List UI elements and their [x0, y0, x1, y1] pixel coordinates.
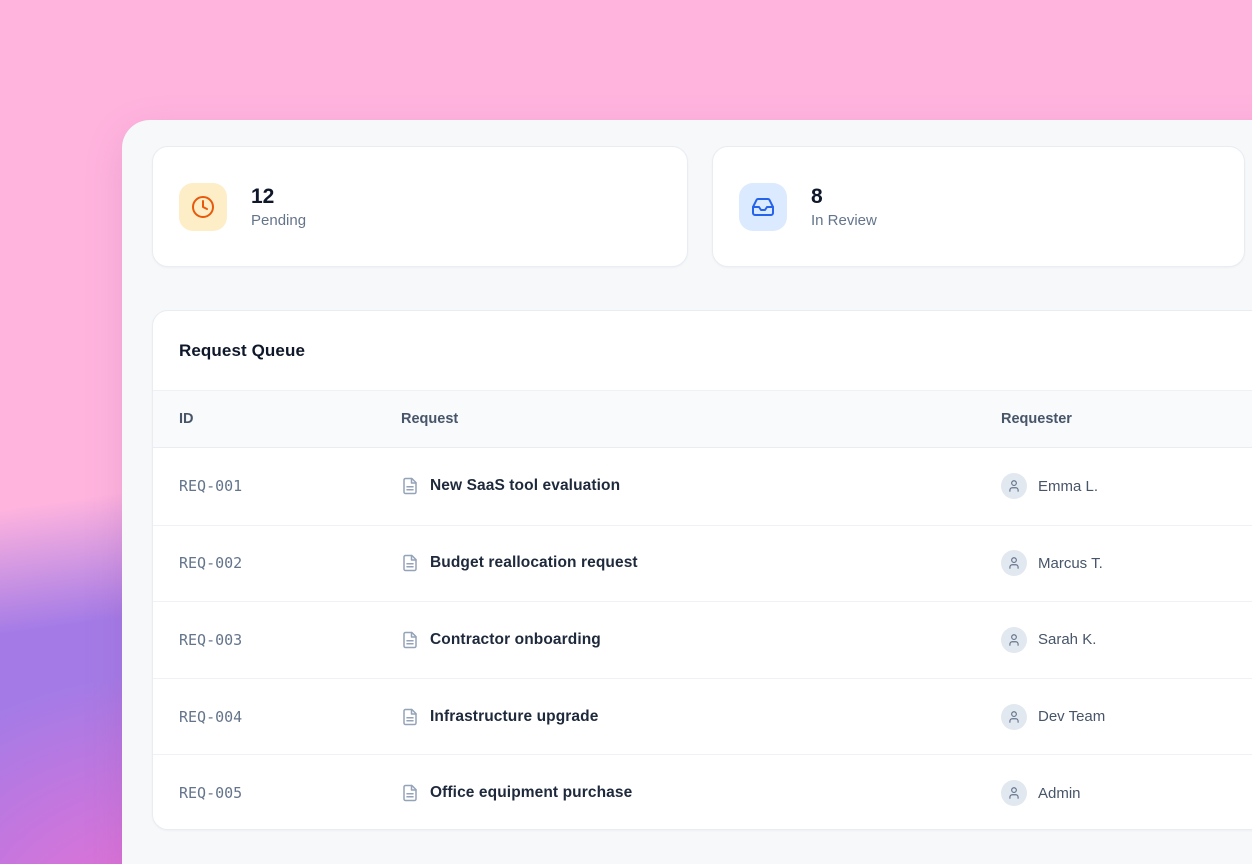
requester-name: Dev Team [1038, 708, 1105, 725]
stat-text: 8 In Review [811, 184, 877, 229]
user-avatar-icon [1001, 704, 1027, 730]
user-avatar-icon [1001, 473, 1027, 499]
requester-cell: Marcus T. [1001, 550, 1252, 576]
requester-cell: Emma L. [1001, 473, 1252, 499]
file-text-icon [401, 477, 419, 495]
request-title: Infrastructure upgrade [430, 708, 598, 726]
request-id: REQ-002 [179, 554, 401, 572]
requester-cell: Admin [1001, 780, 1252, 806]
request-id: REQ-005 [179, 784, 401, 802]
table-row[interactable]: REQ-001 New SaaS tool evaluation Emma L. [153, 448, 1252, 525]
request-id: REQ-001 [179, 477, 401, 495]
card-header: Request Queue [153, 311, 1252, 391]
requester-cell: Dev Team [1001, 704, 1252, 730]
request-cell: Contractor onboarding [401, 631, 1001, 649]
stat-text: 12 Pending [251, 184, 306, 229]
clock-icon [179, 183, 227, 231]
column-header-id: ID [179, 411, 401, 427]
request-id: REQ-004 [179, 708, 401, 726]
request-queue-card: Request Queue ID Request Requester REQ-0… [152, 310, 1252, 830]
column-header-request: Request [401, 411, 1001, 427]
request-title: Budget reallocation request [430, 554, 638, 572]
request-cell: Office equipment purchase [401, 784, 1001, 802]
requester-name: Admin [1038, 785, 1081, 802]
table-row[interactable]: REQ-002 Budget reallocation request Marc… [153, 525, 1252, 602]
file-text-icon [401, 554, 419, 572]
stat-value: 12 [251, 184, 306, 209]
stat-card-in-review: 8 In Review [712, 146, 1245, 267]
request-cell: Infrastructure upgrade [401, 708, 1001, 726]
stat-value: 8 [811, 184, 877, 209]
requester-name: Sarah K. [1038, 631, 1096, 648]
request-title: Contractor onboarding [430, 631, 601, 649]
stat-label: In Review [811, 212, 877, 229]
request-title: New SaaS tool evaluation [430, 477, 620, 495]
table-header-row: ID Request Requester [153, 391, 1252, 448]
file-text-icon [401, 784, 419, 802]
card-title: Request Queue [179, 341, 305, 361]
stats-row: 12 Pending 8 In Review [152, 146, 1245, 267]
user-avatar-icon [1001, 780, 1027, 806]
table-row[interactable]: REQ-004 Infrastructure upgrade Dev Team [153, 678, 1252, 755]
table-row[interactable]: REQ-005 Office equipment purchase Admin [153, 754, 1252, 830]
table-row[interactable]: REQ-003 Contractor onboarding Sarah K. [153, 601, 1252, 678]
file-text-icon [401, 708, 419, 726]
page-background: 12 Pending 8 In Review Reque [0, 0, 1252, 864]
user-avatar-icon [1001, 627, 1027, 653]
file-text-icon [401, 631, 419, 649]
stat-card-pending: 12 Pending [152, 146, 688, 267]
stat-label: Pending [251, 212, 306, 229]
content-panel: 12 Pending 8 In Review Reque [122, 120, 1252, 864]
request-cell: New SaaS tool evaluation [401, 477, 1001, 495]
requester-name: Marcus T. [1038, 555, 1103, 572]
user-avatar-icon [1001, 550, 1027, 576]
requester-name: Emma L. [1038, 478, 1098, 495]
request-id: REQ-003 [179, 631, 401, 649]
column-header-requester: Requester [1001, 411, 1252, 427]
request-title: Office equipment purchase [430, 784, 632, 802]
table-body: REQ-001 New SaaS tool evaluation Emma L. [153, 448, 1252, 830]
requester-cell: Sarah K. [1001, 627, 1252, 653]
request-cell: Budget reallocation request [401, 554, 1001, 572]
inbox-icon [739, 183, 787, 231]
